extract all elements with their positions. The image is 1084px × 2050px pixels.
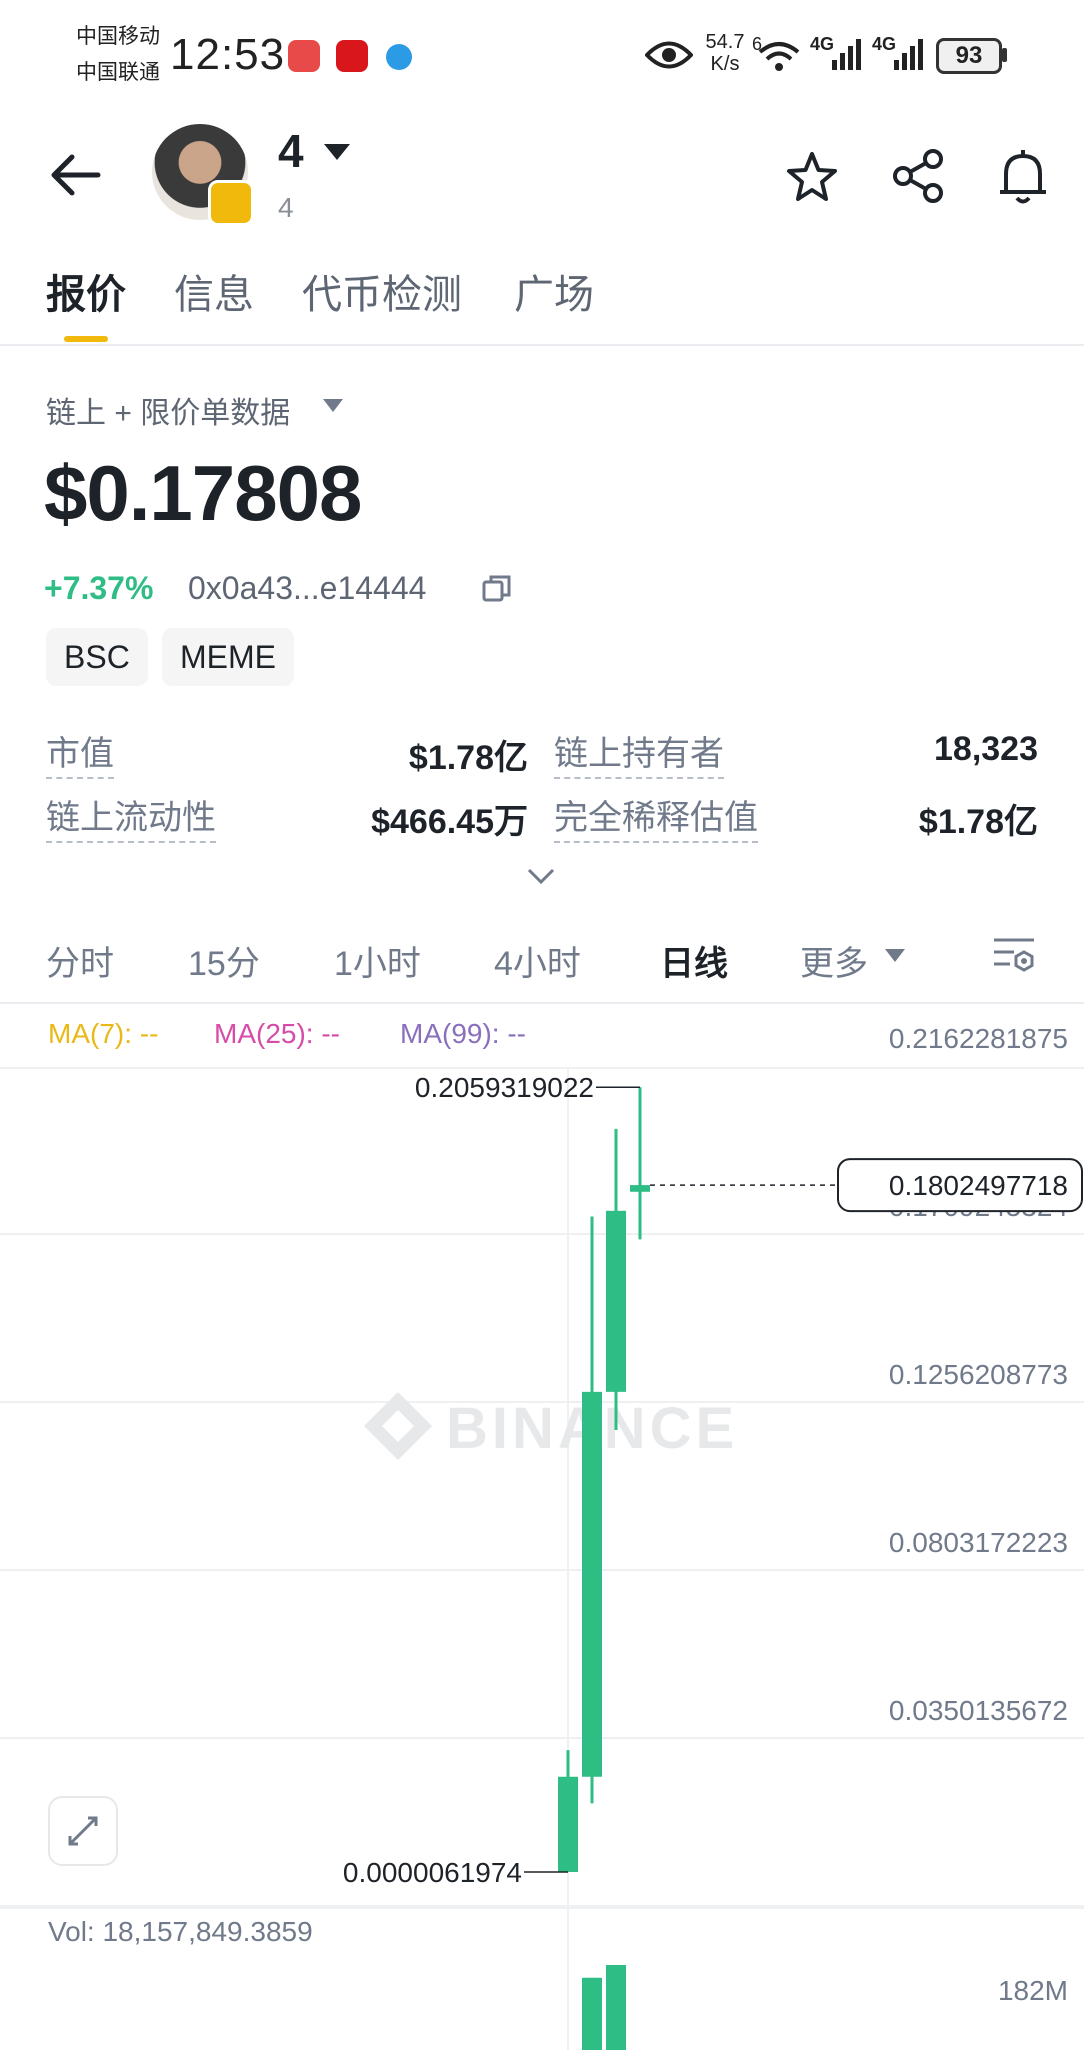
tf-daily[interactable]: 日线 <box>660 936 728 985</box>
tf-4h[interactable]: 4小时 <box>494 936 581 985</box>
high-price-label: 0.2059319022 <box>415 1072 594 1103</box>
copy-icon[interactable] <box>482 574 512 604</box>
price-chart[interactable]: 0.21622818750.17092453240.12562087730.08… <box>0 1000 1084 2050</box>
tf-1h[interactable]: 1小时 <box>334 936 421 985</box>
wifi-icon <box>758 42 800 71</box>
bell-icon[interactable] <box>996 148 1050 206</box>
source-caret-down-icon[interactable] <box>322 398 344 414</box>
expand-chevron-icon[interactable] <box>526 866 556 886</box>
chain-chip[interactable]: BSC <box>46 628 148 686</box>
current-price: $0.17808 <box>44 449 362 537</box>
volume-label: Vol: 18,157,849.3859 <box>48 1916 313 1947</box>
y-axis-label: 0.2162281875 <box>889 1023 1068 1054</box>
chart-settings-icon[interactable] <box>990 934 1038 978</box>
current-price-tag-text: 0.1802497718 <box>889 1170 1068 1201</box>
stat-market-cap-value: $1.78亿 <box>408 739 528 777</box>
more-caret-down-icon[interactable] <box>884 948 906 964</box>
active-tab-indicator <box>64 336 108 342</box>
stat-holders-label[interactable]: 链上持有者 <box>554 726 724 779</box>
token-subtitle: 4 <box>278 192 294 223</box>
bnb-chain-badge-icon <box>208 180 254 226</box>
candle-body <box>606 1210 626 1392</box>
stat-fdv-value: $1.78亿 <box>918 803 1038 841</box>
star-icon[interactable] <box>784 150 840 204</box>
tabs-divider <box>0 344 1084 346</box>
candle-body <box>630 1185 650 1192</box>
data-source-selector[interactable]: 链上 + 限价单数据 <box>46 388 290 432</box>
battery-tip <box>1002 48 1007 62</box>
candle-body <box>582 1391 602 1777</box>
signal-2-icon <box>894 39 923 70</box>
expand-arrows-icon <box>68 1816 98 1846</box>
share-icon[interactable] <box>890 148 946 204</box>
back-arrow-icon[interactable] <box>48 152 102 198</box>
signal-1-icon <box>832 39 861 70</box>
tf-15m[interactable]: 15分 <box>188 936 260 985</box>
red-app-icon <box>336 40 368 72</box>
caret-down-icon[interactable] <box>322 142 352 162</box>
battery-indicator: 93 <box>936 38 1002 74</box>
net-speed-unit: K/s <box>710 53 740 75</box>
tab-token-check[interactable]: 代币检测 <box>302 262 462 320</box>
y-axis-label: 0.0350135672 <box>889 1695 1068 1726</box>
volume-axis-label: 182M <box>998 1975 1068 2006</box>
contract-address[interactable]: 0x0a43...e14444 <box>188 570 426 607</box>
volume-bar <box>606 1965 626 2050</box>
fullscreen-button[interactable] <box>48 1796 118 1866</box>
tab-info[interactable]: 信息 <box>174 262 254 320</box>
eye-icon <box>645 41 693 69</box>
blue-app-icon <box>386 44 412 70</box>
stat-liquidity-label[interactable]: 链上流动性 <box>46 790 216 843</box>
candle-body <box>558 1776 578 1872</box>
stat-fdv-label[interactable]: 完全稀释估值 <box>554 790 758 843</box>
y-axis-label: 0.0803172223 <box>889 1527 1068 1558</box>
carrier-1: 中国移动 <box>76 25 160 48</box>
category-chip[interactable]: MEME <box>162 628 294 686</box>
carrier-2: 中国联通 <box>76 61 160 84</box>
price-change: +7.37% <box>44 570 154 606</box>
low-price-label: 0.0000061974 <box>343 1857 522 1888</box>
token-name[interactable]: 4 <box>278 124 304 178</box>
tf-time-share[interactable]: 分时 <box>46 936 114 985</box>
tab-square[interactable]: 广场 <box>514 262 594 320</box>
y-axis-label: 0.1256208773 <box>889 1359 1068 1390</box>
huawei-app-icon <box>288 40 320 72</box>
tab-quote[interactable]: 报价 <box>46 262 126 320</box>
status-clock: 12:53 <box>170 30 286 79</box>
tf-more[interactable]: 更多 <box>800 936 868 985</box>
stat-market-cap-label[interactable]: 市值 <box>46 726 114 779</box>
volume-bar <box>582 1977 602 2050</box>
stat-liquidity-value: $466.45万 <box>371 803 528 841</box>
stat-holders-value: 18,323 <box>934 730 1038 768</box>
net-speed-value: 54.7 <box>705 31 745 53</box>
